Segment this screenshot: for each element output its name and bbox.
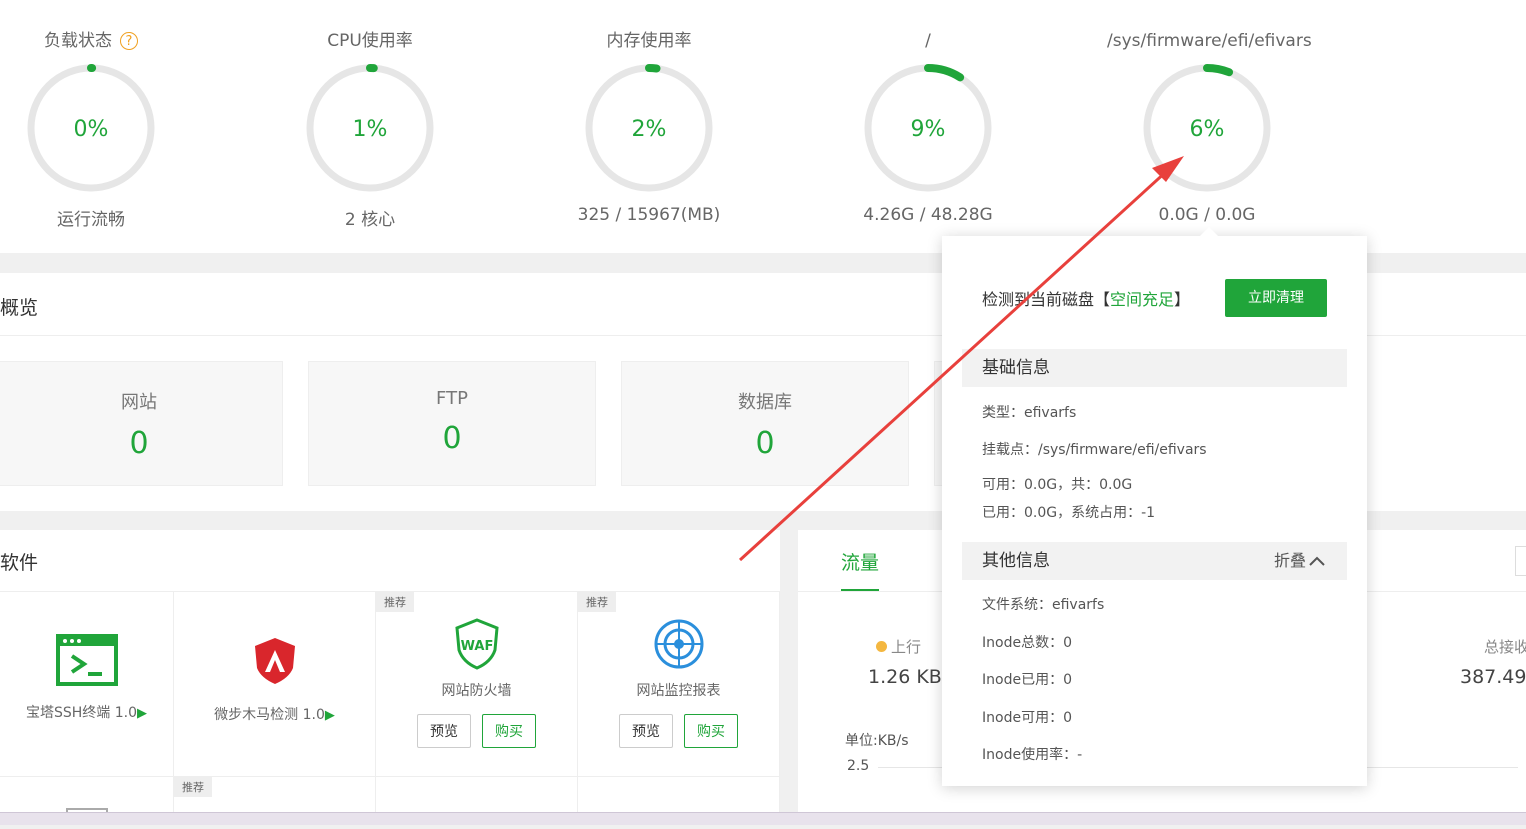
card-value: 0 (755, 426, 775, 461)
gauge-sub: 325 / 15967(MB) (577, 205, 721, 225)
shield-icon (254, 638, 295, 684)
software-name: 网站监控报表 (636, 683, 721, 699)
card-database[interactable]: 数据库 0 (621, 361, 909, 486)
gauge-ring: 2% (585, 64, 713, 192)
preview-button[interactable]: 预览 (618, 714, 673, 748)
card-value: 0 (442, 421, 462, 456)
clean-button[interactable]: 立即清理 (1225, 279, 1327, 317)
play-icon[interactable]: ▶ (325, 708, 335, 723)
terminal-icon (55, 634, 118, 686)
chart-y-tick: 2.5 (847, 758, 870, 774)
software-item-waf[interactable]: 推荐 WAF 网站防火墙 预览 购买 (376, 592, 578, 777)
gauge-ring: 9% (864, 64, 992, 192)
other-info-header: 其他信息 折叠 (962, 542, 1347, 580)
gauge-sub: 运行流畅 (57, 210, 125, 230)
total-recv-value: 387.49 (1460, 666, 1526, 688)
popup-caret (1200, 227, 1218, 236)
gauge-value: 6% (1190, 117, 1225, 142)
gauge-sub: 2 核心 (344, 210, 396, 230)
gauge-memory[interactable]: 内存使用率 2% 325 / 15967(MB) (549, 29, 749, 225)
card-ftp[interactable]: FTP 0 (308, 361, 596, 486)
waf-icon: WAF (454, 618, 499, 670)
overview-title: 概览 (0, 297, 39, 319)
preview-button[interactable]: 预览 (416, 714, 471, 748)
disk-status-value: 空间充足 (1110, 290, 1175, 309)
recommend-tag: 推荐 (578, 592, 616, 612)
software-name: 宝塔SSH终端 1.0 (25, 705, 137, 721)
gauge-title: /sys/firmware/efi/efivars (1107, 31, 1312, 51)
buy-button[interactable]: 购买 (684, 714, 739, 748)
gauge-title: 内存使用率 (606, 31, 692, 51)
gauge-title: 负载状态 (44, 31, 112, 51)
upload-label: 上行 (891, 638, 922, 656)
software-panel: 软件 宝塔SSH终端 1.0▶ 微步木马检测 1.0▶ 推荐 WAF 网站防火墙… (0, 530, 780, 826)
upload-dot-icon (876, 641, 887, 652)
upload-value: 1.26 KB (868, 666, 942, 688)
recommend-tag: 推荐 (376, 592, 414, 612)
software-name: 微步木马检测 1.0 (214, 707, 325, 723)
inode-usage-rate: Inode使用率：- (982, 747, 1083, 763)
software-item-ssh[interactable]: 宝塔SSH终端 1.0▶ (0, 592, 174, 777)
software-title: 软件 (0, 552, 39, 574)
gauge-sub: 0.0G / 0.0G (1158, 205, 1256, 225)
status-panel: 负载状态? 0% 运行流畅 CPU使用率 1% 2 核心 内存使用率 2% 32… (0, 0, 1526, 253)
chevron-up-icon (1309, 556, 1325, 566)
gauge-value: 0% (74, 117, 109, 142)
gauge-cpu[interactable]: CPU使用率 1% 2 核心 (270, 29, 470, 230)
software-name: 网站防火墙 (441, 683, 512, 699)
inode-used: Inode已用：0 (982, 672, 1072, 688)
radar-icon (654, 619, 703, 669)
play-icon[interactable]: ▶ (137, 706, 147, 721)
total-recv-label: 总接收 (1484, 638, 1526, 656)
card-value: 0 (129, 426, 149, 461)
gauge-title: CPU使用率 (327, 31, 413, 51)
gauge-value: 9% (911, 117, 946, 142)
disk-detail-popup: 检测到当前磁盘【空间充足】 立即清理 基础信息 类型：efivarfs 挂载点：… (942, 227, 1367, 786)
gauge-ring: 1% (306, 64, 434, 192)
buy-button[interactable]: 购买 (482, 714, 537, 748)
card-label: 网站 (121, 392, 157, 413)
card-website[interactable]: 网站 0 (0, 361, 283, 486)
inode-available: Inode可用：0 (982, 710, 1072, 726)
gauge-title: / (925, 31, 931, 51)
gauge-ring: 0% (27, 64, 155, 192)
svg-text:WAF: WAF (460, 639, 493, 654)
recommend-tag: 推荐 (174, 777, 212, 797)
gauge-value: 2% (632, 117, 667, 142)
gauge-sub: 4.26G / 48.28G (863, 205, 993, 225)
filesystem: 文件系统：efivarfs (982, 597, 1105, 613)
card-label: FTP (436, 388, 468, 409)
gauge-value: 1% (353, 117, 388, 142)
disk-mount-point: 挂载点：/sys/firmware/efi/efivars (982, 442, 1207, 458)
disk-available: 可用：0.0G，共：0.0G (982, 477, 1133, 493)
inode-total: Inode总数：0 (982, 635, 1072, 651)
basic-info-header: 基础信息 (962, 349, 1347, 387)
disk-used: 已用：0.0G，系统占用：-1 (982, 505, 1156, 521)
gauge-disk-root[interactable]: / 9% 4.26G / 48.28G (828, 29, 1028, 225)
card-label: 数据库 (738, 392, 792, 413)
gauge-load[interactable]: 负载状态? 0% 运行流畅 (0, 29, 191, 230)
collapse-toggle[interactable]: 折叠 (1274, 542, 1325, 580)
software-item-trojan[interactable]: 微步木马检测 1.0▶ (174, 592, 376, 777)
help-icon[interactable]: ? (120, 32, 138, 50)
dropdown-stub[interactable] (1515, 546, 1526, 576)
gauge-ring: 6% (1143, 64, 1271, 192)
software-item-monitor[interactable]: 推荐 网站监控报表 预览 购买 (578, 592, 780, 777)
tab-traffic[interactable]: 流量 (841, 548, 879, 575)
gauge-disk-efivars[interactable]: /sys/firmware/efi/efivars 6% 0.0G / 0.0G (1107, 29, 1312, 225)
disk-type: 类型：efivarfs (982, 405, 1077, 421)
taskbar (0, 812, 1526, 825)
chart-unit: 单位:KB/s (845, 733, 909, 749)
disk-status-text: 检测到当前磁盘【空间充足】 (982, 290, 1191, 309)
